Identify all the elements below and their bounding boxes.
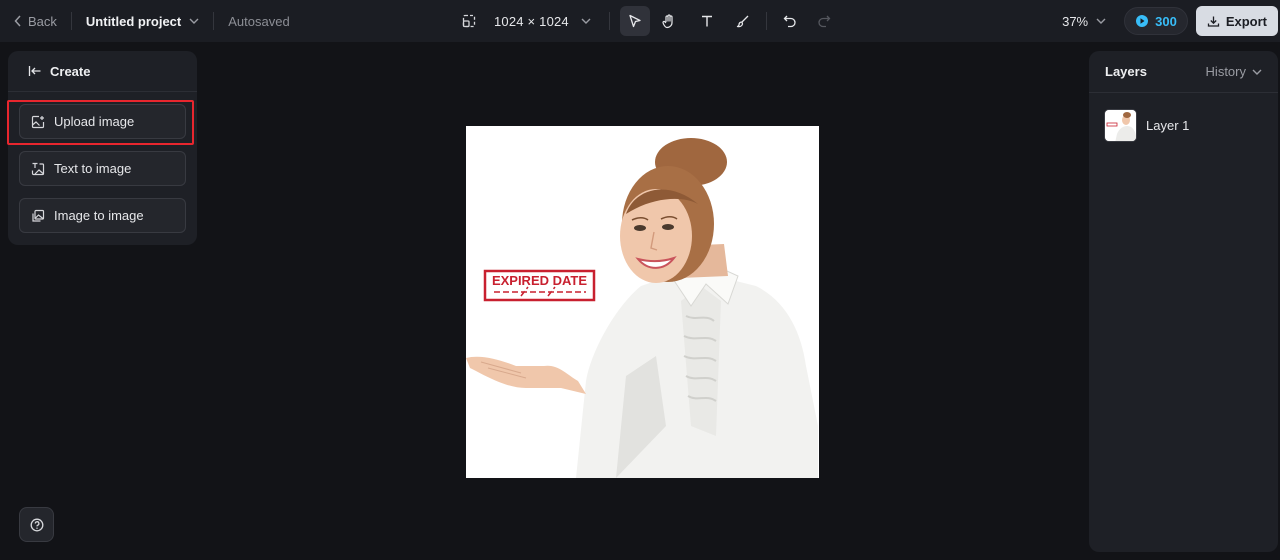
history-label: History bbox=[1205, 64, 1246, 79]
chevron-down-icon bbox=[581, 18, 591, 24]
export-label: Export bbox=[1225, 13, 1267, 29]
zoom-level: 37% bbox=[1062, 13, 1089, 29]
chevron-left-icon bbox=[14, 15, 21, 27]
layers-panel-header: Layers History bbox=[1089, 51, 1278, 93]
help-icon bbox=[30, 518, 43, 531]
top-bar-left: Back Untitled project Autosaved bbox=[0, 0, 290, 42]
image-to-image-button[interactable]: Image to image bbox=[19, 198, 186, 233]
layer-thumbnail bbox=[1104, 108, 1137, 142]
project-title: Untitled project bbox=[85, 13, 182, 29]
chevron-down-icon bbox=[1096, 18, 1106, 24]
divider bbox=[213, 12, 215, 30]
canvas-size-dropdown[interactable]: 1024 × 1024 bbox=[462, 14, 591, 29]
divider bbox=[70, 12, 72, 30]
canvas-image: EXPIRED DATE bbox=[466, 126, 819, 478]
text-to-image-label: Text to image bbox=[54, 161, 132, 176]
stamp-text: EXPIRED DATE bbox=[492, 273, 587, 288]
text-icon bbox=[701, 15, 712, 27]
redo-icon bbox=[818, 15, 831, 28]
upload-image-icon bbox=[31, 115, 45, 128]
canvas-size-label: 1024 × 1024 bbox=[494, 13, 569, 29]
layer-thumbnail-image bbox=[1105, 109, 1136, 141]
image-to-image-label: Image to image bbox=[54, 208, 144, 223]
divider bbox=[608, 12, 610, 30]
select-tool-button[interactable] bbox=[619, 6, 650, 36]
top-bar-center: 1024 × 1024 bbox=[462, 0, 839, 42]
history-dropdown[interactable]: History bbox=[1206, 64, 1262, 79]
redo-button[interactable] bbox=[809, 6, 839, 36]
select-icon bbox=[629, 14, 641, 28]
back-button[interactable]: Back bbox=[14, 14, 57, 29]
upload-image-button[interactable]: Upload image bbox=[19, 104, 186, 139]
brush-icon bbox=[736, 15, 749, 28]
layer-name: Layer 1 bbox=[1146, 117, 1190, 133]
hand-icon bbox=[662, 13, 673, 28]
zoom-dropdown[interactable]: 37% bbox=[1062, 14, 1106, 29]
export-button[interactable]: Export bbox=[1195, 6, 1278, 36]
undo-button[interactable] bbox=[775, 6, 805, 36]
hand-tool-button[interactable] bbox=[654, 6, 684, 36]
download-icon bbox=[1207, 16, 1219, 27]
image-to-image-icon bbox=[32, 209, 45, 222]
credits-badge[interactable]: 300 bbox=[1124, 7, 1188, 35]
create-panel-header[interactable]: Create bbox=[8, 51, 197, 92]
top-bar: Back Untitled project Autosaved 1024 × 1… bbox=[0, 0, 1280, 42]
design-canvas[interactable]: EXPIRED DATE bbox=[466, 126, 819, 478]
collapse-left-icon bbox=[28, 66, 41, 76]
help-button[interactable] bbox=[19, 507, 54, 542]
layers-panel: Layers History Layer 1 bbox=[1089, 51, 1278, 552]
layers-tab[interactable]: Layers bbox=[1105, 64, 1147, 79]
chevron-down-icon bbox=[189, 18, 199, 24]
layer-item[interactable]: Layer 1 bbox=[1089, 105, 1278, 145]
brush-tool-button[interactable] bbox=[728, 6, 758, 36]
chevron-down-icon bbox=[1252, 69, 1262, 75]
create-panel-title: Create bbox=[50, 63, 91, 79]
divider bbox=[765, 12, 767, 30]
undo-icon bbox=[783, 15, 796, 28]
create-panel: Create Upload image Text to image Image … bbox=[8, 51, 197, 245]
credits-count: 300 bbox=[1155, 13, 1177, 29]
autosave-status: Autosaved bbox=[228, 13, 290, 29]
project-title-dropdown[interactable]: Untitled project bbox=[86, 14, 199, 29]
credits-icon bbox=[1136, 15, 1149, 27]
text-to-image-icon bbox=[31, 162, 45, 175]
upload-image-label: Upload image bbox=[54, 114, 135, 129]
resize-icon bbox=[462, 14, 476, 28]
text-tool-button[interactable] bbox=[692, 6, 722, 36]
top-bar-right: 37% 300 Export bbox=[1062, 0, 1278, 42]
text-to-image-button[interactable]: Text to image bbox=[19, 151, 186, 186]
back-label: Back bbox=[28, 13, 57, 29]
